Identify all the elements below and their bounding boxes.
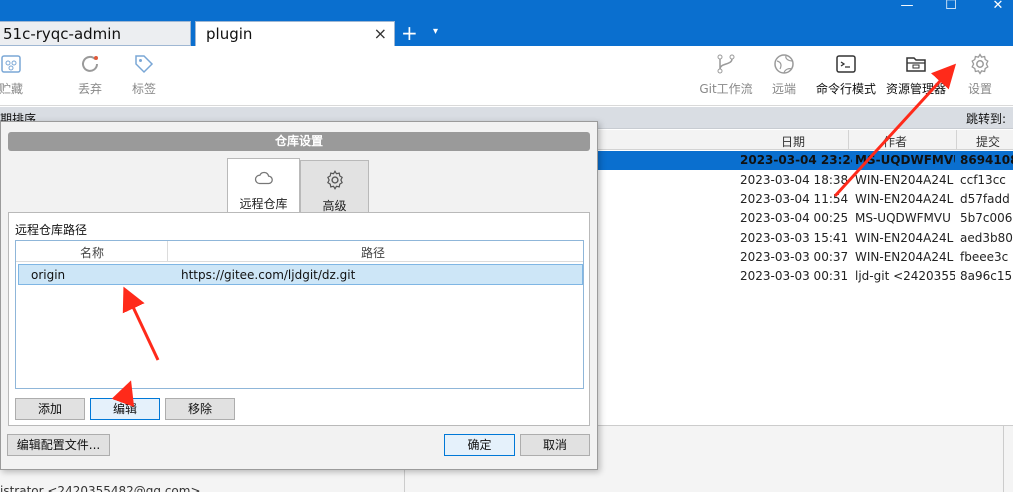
tab-label: 远程仓库	[239, 197, 288, 211]
commit-date: 2023-03-04 00:25	[740, 211, 849, 225]
toolbar-label: 丢弃	[77, 82, 102, 96]
stash-button[interactable]: 贮藏	[0, 52, 30, 97]
cloud-icon	[254, 171, 273, 185]
tab-label: 51c-ryqc-admin	[3, 25, 121, 43]
commit-author: WIN-EN204A24L	[855, 173, 954, 187]
commit-date: 2023-03-04 18:38	[740, 173, 849, 187]
table-row[interactable]: 2023-03-04 11:54 WIN-EN204A24L d57fadd	[598, 190, 1013, 209]
edit-config-file-button[interactable]: 编辑配置文件...	[7, 434, 110, 456]
chevron-down-icon[interactable]: ▾	[433, 26, 438, 37]
commit-hash: aed3b80	[960, 231, 1013, 245]
commit-author-detail: istrator <2420355482@qq.com>	[0, 484, 201, 492]
close-window-button[interactable]: ✕	[983, 0, 1013, 16]
git-flow-icon	[717, 54, 735, 74]
tag-button[interactable]: 标签	[126, 52, 162, 97]
jump-to-label: 跳转到:	[966, 112, 1007, 126]
commit-date: 2023-03-04 23:24	[740, 153, 852, 167]
column-header-path[interactable]: 路径	[361, 244, 385, 261]
commit-date: 2023-03-03 00:31	[740, 269, 849, 283]
commit-hash: d57fadd	[960, 192, 1010, 206]
commit-date: 2023-03-03 00:37	[740, 250, 849, 264]
toolbar-label: 设置	[967, 82, 992, 96]
commit-date: 2023-03-03 15:41	[740, 231, 849, 245]
commit-author: WIN-EN204A24L	[855, 250, 954, 264]
toolbar-label: Git工作流	[699, 82, 753, 96]
toolbar-label: 命令行模式	[815, 82, 876, 96]
edit-remote-button[interactable]: 编辑	[90, 398, 160, 420]
table-row[interactable]: 2023-03-04 00:25 MS-UQDWFMVU 5b7c006	[598, 209, 1013, 228]
gear-icon	[326, 170, 343, 190]
add-remote-button[interactable]: 添加	[15, 398, 85, 420]
add-tab-button[interactable]: +	[401, 22, 418, 44]
table-row[interactable]: 2023-03-04 18:38 WIN-EN204A24L ccf13cc	[598, 171, 1013, 190]
tab-advanced[interactable]: 高级	[300, 160, 369, 213]
table-row[interactable]: 2023-03-04 23:24 MS-UQDWFMVU 8694108	[598, 151, 1013, 170]
commit-author: WIN-EN204A24L	[855, 231, 954, 245]
stash-icon	[1, 55, 21, 73]
cancel-button[interactable]: 取消	[520, 434, 590, 456]
commit-table-header: 日期 作者 提交	[598, 130, 1013, 150]
tab-label: plugin	[206, 25, 253, 43]
repository-settings-dialog: 仓库设置 远程仓库 高级 远程仓库路径 名称 路径 origin https:/…	[0, 121, 598, 470]
folder-icon	[906, 57, 926, 72]
table-row[interactable]: 2023-03-03 15:41 WIN-EN204A24L aed3b80	[598, 229, 1013, 248]
terminal-icon	[836, 55, 856, 73]
toolbar-label: 资源管理器	[885, 82, 946, 96]
tab-plugin[interactable]: plugin ×	[195, 21, 395, 46]
close-tab-icon[interactable]: ×	[374, 22, 387, 46]
column-header-name[interactable]: 名称	[80, 244, 104, 261]
remote-list-header: 名称 路径	[16, 241, 583, 262]
list-item[interactable]: origin https://gitee.com/ljdgit/dz.git	[18, 264, 583, 285]
commit-author: ljd-git <24203554	[855, 269, 955, 283]
tag-icon	[135, 55, 154, 74]
table-row[interactable]: 2023-03-03 00:37 WIN-EN204A24L fbeee3c	[598, 248, 1013, 267]
dialog-title: 仓库设置	[8, 132, 590, 151]
globe-icon	[774, 54, 794, 74]
section-label: 远程仓库路径	[15, 223, 88, 237]
remove-remote-button[interactable]: 移除	[165, 398, 235, 420]
commit-hash: 8a96c15	[960, 269, 1013, 283]
title-bar: — ☐ ✕ 51c-ryqc-admin plugin × + ▾	[0, 0, 1013, 46]
commit-author: MS-UQDWFMVU	[855, 211, 951, 225]
commit-hash: 5b7c006	[960, 211, 1013, 225]
explorer-button[interactable]: 资源管理器	[884, 52, 948, 97]
gear-icon	[971, 53, 989, 75]
commit-date: 2023-03-04 11:54	[740, 192, 849, 206]
toolbar: 贮藏 丢弃 标签 Git工作流 远端 命令行模式 资源管理器 设置	[0, 46, 1013, 106]
commit-hash: fbeee3c	[960, 250, 1009, 264]
remote-path: https://gitee.com/ljdgit/dz.git	[181, 268, 356, 282]
ok-button[interactable]: 确定	[444, 434, 515, 456]
tab-label: 高级	[322, 199, 347, 213]
column-header-date[interactable]: 日期	[781, 133, 805, 150]
settings-button[interactable]: 设置	[964, 52, 996, 97]
remote-button[interactable]: 远端	[768, 52, 800, 97]
tab-51c-ryqc-admin[interactable]: 51c-ryqc-admin	[0, 21, 191, 46]
commit-author: WIN-EN204A24L	[855, 192, 954, 206]
column-header-commit[interactable]: 提交	[976, 133, 1000, 150]
remote-settings-panel: 远程仓库路径 名称 路径 origin https://gitee.com/lj…	[8, 212, 590, 426]
column-header-author[interactable]: 作者	[883, 133, 907, 150]
toolbar-label: 标签	[131, 82, 156, 96]
tab-remote-repository[interactable]: 远程仓库	[227, 158, 300, 212]
table-row[interactable]: 2023-03-03 00:31 ljd-git <24203554 8a96c…	[598, 267, 1013, 286]
git-flow-button[interactable]: Git工作流	[697, 52, 755, 97]
discard-button[interactable]: 丢弃	[72, 52, 108, 97]
terminal-button[interactable]: 命令行模式	[814, 52, 878, 97]
remote-name: origin	[31, 268, 66, 282]
maximize-button[interactable]: ☐	[936, 0, 966, 16]
commit-author: MS-UQDWFMVU	[855, 153, 955, 167]
commit-hash: 8694108	[960, 153, 1013, 167]
discard-icon	[82, 55, 98, 72]
toolbar-label: 远端	[771, 82, 796, 96]
toolbar-label: 贮藏	[0, 82, 23, 96]
remote-list[interactable]: 名称 路径 origin https://gitee.com/ljdgit/dz…	[15, 240, 584, 389]
commit-hash: ccf13cc	[960, 173, 1006, 187]
minimize-button[interactable]: —	[892, 0, 922, 16]
